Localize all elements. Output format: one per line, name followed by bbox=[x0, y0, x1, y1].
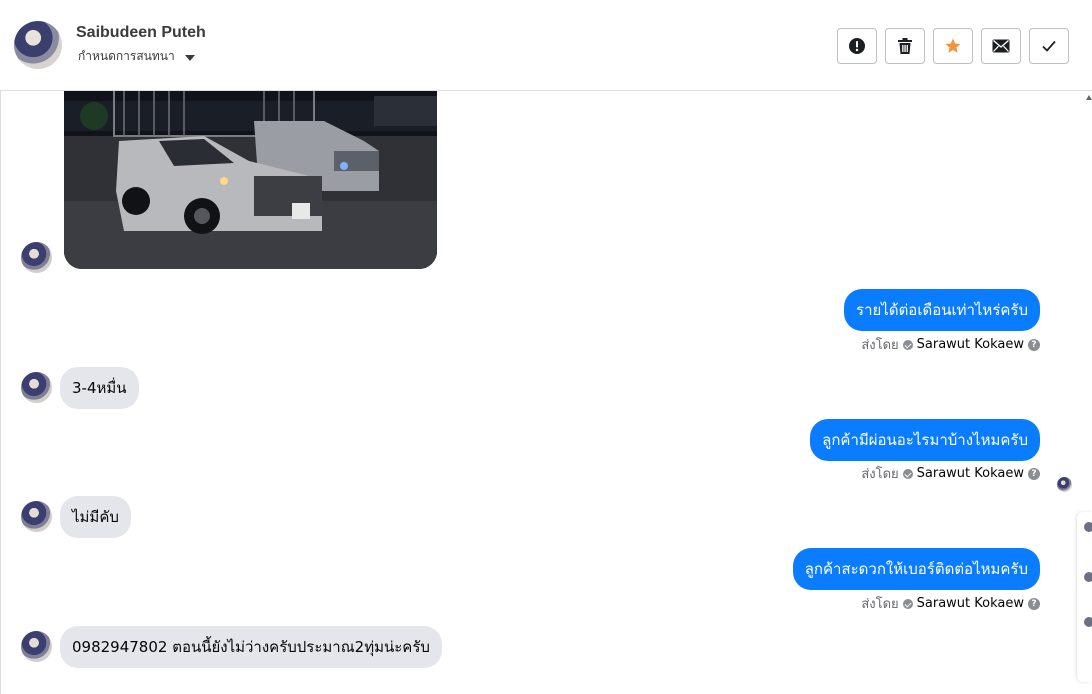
help-icon[interactable]: ? bbox=[1028, 338, 1040, 351]
conversation-header: Saibudeen Puteh กำหนดการสนทนา bbox=[0, 0, 1092, 91]
mail-button[interactable] bbox=[981, 28, 1021, 64]
sent-by-label: ส่งโดย bbox=[861, 467, 899, 482]
schedule-conversation-dropdown[interactable]: กำหนดการสนทนา bbox=[78, 47, 195, 66]
side-conversation-strip[interactable] bbox=[1077, 512, 1092, 682]
contact-avatar-small bbox=[21, 372, 52, 403]
star-icon bbox=[945, 38, 961, 53]
verified-check-icon bbox=[902, 598, 913, 609]
help-icon[interactable]: ? bbox=[1028, 597, 1040, 610]
contact-avatar[interactable] bbox=[14, 21, 62, 69]
outgoing-message[interactable]: ลูกค้ามีผ่อนอะไรมาบ้างไหมครับ bbox=[810, 419, 1040, 461]
side-avatar[interactable] bbox=[1084, 572, 1092, 582]
verified-check-icon bbox=[902, 468, 913, 479]
delete-button[interactable] bbox=[885, 28, 925, 64]
trash-icon bbox=[898, 38, 912, 54]
check-icon bbox=[1042, 40, 1056, 52]
sent-by-line: ส่งโดย Sarawut Kokaew ? bbox=[861, 334, 1040, 355]
contact-avatar-small bbox=[21, 501, 52, 532]
exclamation-circle-icon bbox=[849, 38, 865, 54]
sent-by-agent: Sarawut Kokaew bbox=[916, 337, 1024, 352]
side-avatar[interactable] bbox=[1084, 617, 1092, 627]
sent-by-agent: Sarawut Kokaew bbox=[916, 596, 1024, 611]
sent-by-line: ส่งโดย Sarawut Kokaew ? bbox=[861, 593, 1040, 614]
schedule-conversation-label: กำหนดการสนทนา bbox=[78, 49, 175, 63]
incoming-message[interactable]: 3-4หมื่น bbox=[60, 367, 139, 409]
contact-avatar-small bbox=[21, 631, 52, 662]
sent-by-agent: Sarawut Kokaew bbox=[916, 466, 1024, 481]
done-button[interactable] bbox=[1029, 28, 1069, 64]
contact-name[interactable]: Saibudeen Puteh bbox=[76, 24, 206, 42]
photo-attachment[interactable] bbox=[64, 91, 437, 269]
pickup-trucks-photo bbox=[64, 91, 437, 269]
sent-by-label: ส่งโดย bbox=[861, 597, 899, 612]
scroll-up-arrow-icon[interactable] bbox=[1086, 95, 1092, 100]
star-button[interactable] bbox=[933, 28, 973, 64]
outgoing-message[interactable]: ลูกค้าสะดวกให้เบอร์ติดต่อไหมครับ bbox=[792, 548, 1040, 590]
contact-avatar-small bbox=[21, 242, 52, 273]
message-thread[interactable]: รายได้ต่อเดือนเท่าไหร่ครับ ส่งโดย Sarawu… bbox=[0, 91, 1077, 694]
verified-check-icon bbox=[902, 339, 913, 350]
outgoing-message[interactable]: รายได้ต่อเดือนเท่าไหร่ครับ bbox=[844, 289, 1040, 331]
side-avatar[interactable] bbox=[1084, 522, 1092, 532]
envelope-icon bbox=[992, 39, 1010, 53]
seen-avatar bbox=[1057, 477, 1072, 492]
sent-by-line: ส่งโดย Sarawut Kokaew ? bbox=[861, 463, 1040, 484]
help-icon[interactable]: ? bbox=[1028, 467, 1040, 480]
sent-by-label: ส่งโดย bbox=[861, 338, 899, 353]
report-button[interactable] bbox=[837, 28, 877, 64]
incoming-message[interactable]: ไม่มีคับ bbox=[60, 496, 131, 538]
incoming-message[interactable]: 0982947802 ตอนนี้ยังไม่ว่างครับประมาณ2ทุ… bbox=[60, 626, 442, 668]
conversation-actions bbox=[837, 28, 1069, 64]
caret-down-icon bbox=[184, 54, 195, 61]
